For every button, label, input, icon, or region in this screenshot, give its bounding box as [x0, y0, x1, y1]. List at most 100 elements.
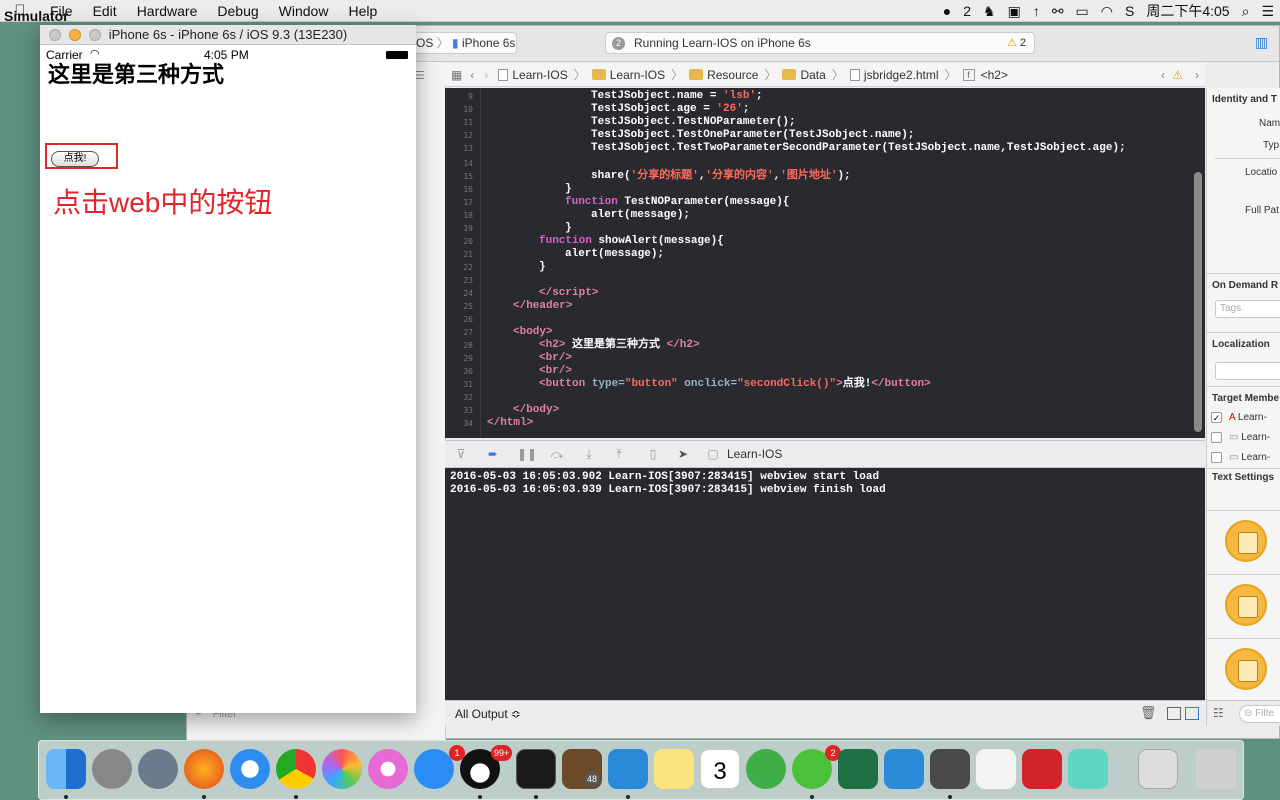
crumb-separator: 〉: [764, 68, 777, 82]
itunes-icon[interactable]: [368, 749, 408, 789]
target-checkbox-1[interactable]: ✓: [1211, 412, 1222, 423]
clock[interactable]: 周二下午4:05: [1140, 1, 1235, 21]
object-library-icon[interactable]: [1225, 648, 1267, 690]
step-into-icon[interactable]: ⤓: [581, 446, 597, 462]
notification-center-icon[interactable]: ☰: [1255, 3, 1280, 20]
scheme-selector[interactable]: OS 〉 ▮ iPhone 6s: [407, 32, 517, 54]
minimize-button[interactable]: [69, 29, 81, 41]
terminal-icon[interactable]: [516, 749, 556, 789]
crumb-resource[interactable]: Resource: [689, 68, 758, 82]
step-over-icon[interactable]: ⤼: [549, 446, 565, 462]
next-issue-icon[interactable]: ›: [1195, 68, 1199, 82]
debug-target-label[interactable]: Learn-IOS: [727, 447, 782, 461]
system-preferences-icon[interactable]: [92, 749, 132, 789]
target-checkbox-2[interactable]: [1211, 432, 1222, 443]
debug-bar: ⊽ ➨ ❚❚ ⤼ ⤓ ⤒ ▯ ➤ ▢ Learn-IOS: [445, 440, 1205, 468]
output-filter-select[interactable]: All Output ≎: [455, 707, 521, 721]
finder-icon[interactable]: [46, 749, 86, 789]
variables-view-toggle-icon[interactable]: [1167, 707, 1181, 720]
breakpoints-icon[interactable]: ➨: [485, 446, 501, 462]
menu-window[interactable]: Window: [269, 3, 339, 19]
menu-app-name[interactable]: Simulator: [0, 8, 69, 48]
markdown-icon[interactable]: [1068, 749, 1108, 789]
grid-icon[interactable]: ▦: [451, 68, 462, 82]
code-line-16: }: [565, 183, 572, 195]
crumb-element[interactable]: f <h2>: [962, 68, 1008, 82]
library-filter-field[interactable]: ⊝ Filte: [1239, 705, 1280, 723]
pause-icon[interactable]: ❚❚: [517, 446, 537, 462]
step-out-icon[interactable]: ⤒: [611, 446, 627, 462]
code-line-25: </header>: [513, 300, 573, 312]
line-number: 26: [463, 315, 473, 324]
editor-scrollbar[interactable]: [1194, 172, 1202, 432]
close-button[interactable]: [49, 29, 61, 41]
target-checkbox-3[interactable]: [1211, 452, 1222, 463]
console-line: 2016-05-03 16:05:03.902 Learn-IOS[3907:2…: [450, 471, 880, 483]
qq-status-icon[interactable]: ♞: [977, 3, 1002, 20]
menu-hardware[interactable]: Hardware: [127, 3, 208, 19]
package-badge: 48: [584, 771, 601, 787]
app-icon: ▢: [707, 447, 719, 461]
location-label: Locatio: [1245, 167, 1278, 178]
list-icon[interactable]: ☰: [415, 66, 435, 86]
trash-icon[interactable]: [1196, 749, 1236, 789]
menu-debug[interactable]: Debug: [207, 3, 268, 19]
tags-field[interactable]: Tags: [1215, 300, 1280, 318]
display-icon[interactable]: ▣: [1002, 3, 1027, 20]
firefox-icon[interactable]: [184, 749, 224, 789]
sync-icon[interactable]: S: [1119, 3, 1140, 19]
warning-indicator[interactable]: ⚠ 2: [1007, 33, 1026, 53]
wechat-status-icon[interactable]: ●: [937, 3, 957, 19]
back-arrow-icon[interactable]: ‹: [470, 68, 474, 82]
code-editor[interactable]: 9 10 11 12 13 14 15 16 17 18 19 20 21 22 23 24 25 26 27 28 2…: [445, 88, 1205, 438]
excel-icon[interactable]: [838, 749, 878, 789]
console-view-toggle-icon[interactable]: [1185, 707, 1199, 720]
notes-icon[interactable]: [654, 749, 694, 789]
xcode-icon[interactable]: [608, 749, 648, 789]
prev-issue-icon[interactable]: ‹: [1161, 68, 1165, 82]
wunderlist-icon[interactable]: [1022, 749, 1062, 789]
notification-count[interactable]: 2: [957, 3, 977, 19]
activity-viewer[interactable]: 2 Running Learn-IOS on iPhone 6s ⚠ 2: [605, 32, 1035, 54]
evernote-icon[interactable]: [746, 749, 786, 789]
code-line-12: TestJSobject.TestOneParameter(TestJSobje…: [591, 129, 915, 141]
list-view-icon[interactable]: ☷: [1213, 706, 1224, 720]
inspector-toggle-icon[interactable]: ▥: [1255, 34, 1275, 54]
crumb-group[interactable]: Learn-IOS: [591, 68, 665, 82]
app-store-icon[interactable]: [414, 749, 454, 789]
line-number: 18: [463, 211, 473, 220]
click-me-button[interactable]: 点我!: [51, 151, 99, 167]
crumb-file[interactable]: jsbridge2.html: [849, 68, 939, 82]
launchpad-icon[interactable]: [138, 749, 178, 789]
crumb-data[interactable]: Data: [782, 68, 826, 82]
file-template-icon[interactable]: [1225, 520, 1267, 562]
java-icon[interactable]: [976, 749, 1016, 789]
line-number: 29: [463, 354, 473, 363]
view-debugger-icon[interactable]: ▯: [645, 446, 661, 462]
forward-arrow-icon[interactable]: ›: [484, 68, 488, 82]
warning-icon[interactable]: ⚠: [1172, 68, 1183, 82]
upload-icon[interactable]: ↑: [1027, 3, 1046, 19]
location-icon[interactable]: ➤: [675, 446, 691, 462]
sublime-text-icon[interactable]: [930, 749, 970, 789]
localize-button[interactable]: [1215, 362, 1280, 380]
xcode-beta-icon[interactable]: [884, 749, 924, 789]
target-bundle-icon: ▭: [1229, 432, 1239, 443]
trash-icon[interactable]: 🗑: [1140, 705, 1157, 721]
console-output[interactable]: 2016-05-03 16:05:03.902 Learn-IOS[3907:2…: [445, 468, 1205, 700]
zoom-button[interactable]: [89, 29, 101, 41]
code-snippet-icon[interactable]: [1225, 584, 1267, 626]
network-icon[interactable]: ⚯: [1046, 3, 1070, 20]
calendar-icon[interactable]: 3: [700, 749, 740, 789]
chrome-icon[interactable]: [276, 749, 316, 789]
hide-debug-area-icon[interactable]: ⊽: [453, 446, 469, 462]
photos-icon[interactable]: [322, 749, 362, 789]
search-icon[interactable]: ⌕: [1236, 3, 1256, 20]
menu-edit[interactable]: Edit: [83, 3, 127, 19]
battery-icon[interactable]: ▭: [1070, 3, 1095, 20]
safari-icon[interactable]: [230, 749, 270, 789]
downloads-stack-icon[interactable]: [1138, 749, 1178, 789]
wifi-icon[interactable]: ◠: [1095, 3, 1119, 20]
menu-help[interactable]: Help: [338, 3, 387, 19]
crumb-project[interactable]: Learn-IOS: [498, 68, 568, 82]
